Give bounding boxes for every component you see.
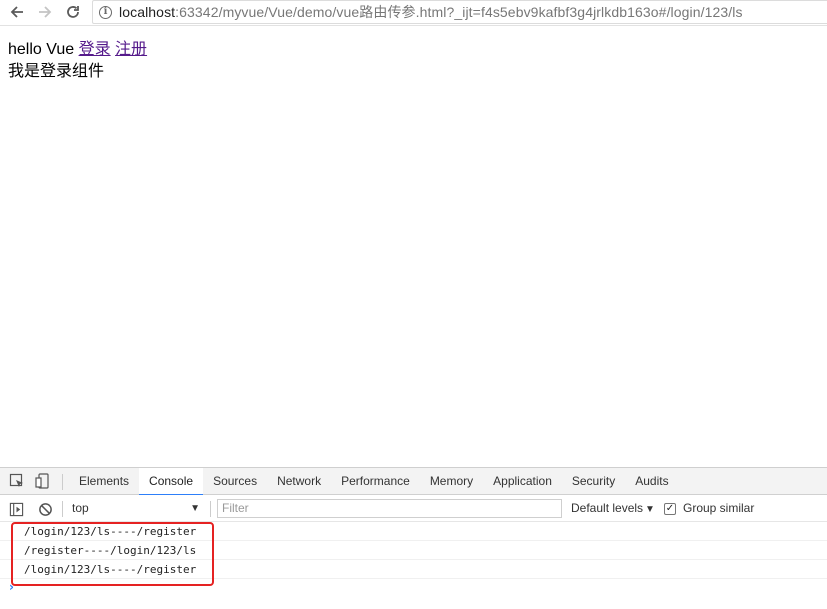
devtools-panel: Elements Console Sources Network Performance… xyxy=(0,467,827,609)
dropdown-arrow-icon: ▼ xyxy=(645,504,655,515)
play-sidebar-icon xyxy=(9,502,23,516)
log-levels-dropdown[interactable]: Default levels ▼ xyxy=(571,498,655,520)
filter-separator xyxy=(62,501,63,517)
context-value: top xyxy=(72,501,89,515)
filter-separator xyxy=(210,501,211,517)
cursor-select-icon xyxy=(9,473,23,487)
console-message: /login/123/ls----/register xyxy=(0,560,827,579)
tab-performance[interactable]: Performance xyxy=(331,468,420,495)
tab-security[interactable]: Security xyxy=(562,468,625,495)
header-line: hello Vue 登录 注册 xyxy=(8,40,147,60)
login-component-text: 我是登录组件 xyxy=(8,63,105,80)
tab-separator xyxy=(62,474,63,490)
reload-button[interactable] xyxy=(62,1,84,23)
context-selector[interactable]: top ▼ xyxy=(66,498,204,519)
address-bar[interactable]: i localhost:63342/myvue/Vue/demo/vue路由传参… xyxy=(92,0,827,24)
arrow-left-icon xyxy=(10,6,23,18)
prompt-chevron-icon: › xyxy=(9,580,14,594)
browser-toolbar: i localhost:63342/myvue/Vue/demo/vue路由传参… xyxy=(0,0,827,26)
tab-application[interactable]: Application xyxy=(483,468,562,495)
tab-network[interactable]: Network xyxy=(267,468,331,495)
mobile-device-icon xyxy=(35,473,49,489)
reload-icon xyxy=(67,6,79,18)
console-prompt[interactable]: › xyxy=(0,579,827,597)
url-path: :63342/myvue/Vue/demo/vue路由传参.html?_ijt=… xyxy=(175,4,743,20)
url-text[interactable]: localhost:63342/myvue/Vue/demo/vue路由传参.h… xyxy=(119,2,743,22)
tab-console[interactable]: Console xyxy=(139,468,204,496)
tab-sources[interactable]: Sources xyxy=(203,468,267,495)
hello-text: hello Vue xyxy=(8,41,75,58)
console-message: /register----/login/123/ls xyxy=(0,541,827,560)
inspect-element-button[interactable] xyxy=(9,473,25,489)
console-filter-input[interactable]: Filter xyxy=(217,499,562,518)
page-content: hello Vue 登录 注册 我是登录组件 xyxy=(8,40,147,82)
forward-button[interactable] xyxy=(34,1,56,23)
login-link[interactable]: 登录 xyxy=(79,41,111,58)
group-similar-label: Group similar xyxy=(683,501,755,515)
tab-audits[interactable]: Audits xyxy=(625,468,678,495)
tab-memory[interactable]: Memory xyxy=(420,468,483,495)
levels-label: Default levels xyxy=(571,501,644,515)
console-message: /login/123/ls----/register xyxy=(0,522,827,541)
info-icon[interactable]: i xyxy=(99,5,112,19)
console-messages: /login/123/ls----/register/register----/… xyxy=(0,522,827,579)
dropdown-arrow-icon: ▼ xyxy=(190,503,200,514)
url-host: localhost xyxy=(119,4,176,20)
sidebar-toggle-button[interactable] xyxy=(8,501,24,517)
block-icon xyxy=(38,502,52,516)
devtools-tabs: Elements Console Sources Network Performance… xyxy=(69,468,679,496)
device-toolbar-button[interactable] xyxy=(35,473,51,489)
tab-elements[interactable]: Elements xyxy=(69,468,139,495)
devtools-tabbar: Elements Console Sources Network Performance… xyxy=(0,468,827,496)
register-link[interactable]: 注册 xyxy=(115,41,147,58)
group-similar-toggle[interactable]: ✓ Group similar xyxy=(664,498,754,519)
console-filter-bar: top ▼ Filter Default levels ▼ ✓ Group sim… xyxy=(0,495,827,522)
clear-console-button[interactable] xyxy=(37,501,53,517)
arrow-right-icon xyxy=(39,6,52,18)
group-similar-checkbox[interactable]: ✓ xyxy=(664,502,676,515)
back-button[interactable] xyxy=(6,1,28,23)
